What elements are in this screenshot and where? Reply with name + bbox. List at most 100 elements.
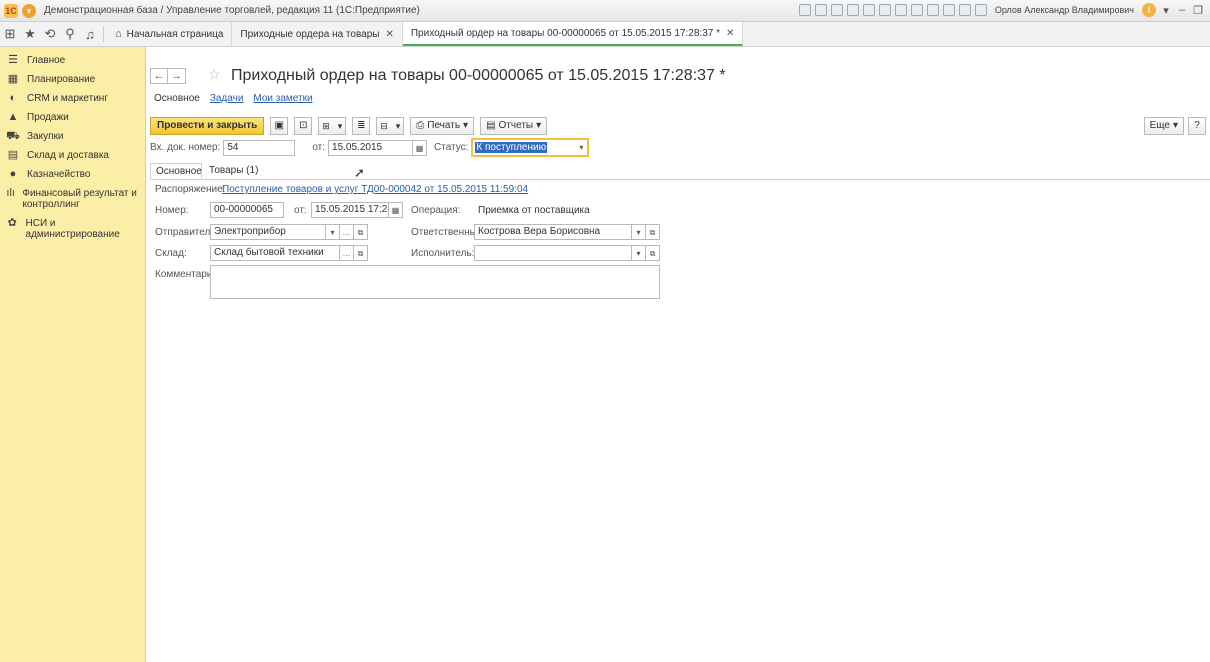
- tab-home[interactable]: ⌂ Начальная страница: [107, 22, 233, 46]
- toolbar-icon[interactable]: [798, 4, 811, 16]
- mouse-cursor-icon: ➚: [354, 165, 365, 180]
- chevron-down-icon[interactable]: ▾: [632, 245, 646, 261]
- open-tabs-bar: ⊞ ★ ⟲ ⚲ ♫ ⌂ Начальная страница Приходные…: [0, 22, 1210, 47]
- open-link-icon[interactable]: ⧉: [354, 245, 368, 261]
- responsible-field[interactable]: Кострова Вера Борисовна: [474, 224, 632, 240]
- back-arrow-icon[interactable]: ←: [150, 68, 168, 84]
- incoming-number-field[interactable]: 54: [223, 139, 296, 156]
- user-name[interactable]: Орлов Александр Владимирович: [995, 5, 1134, 15]
- tab-main[interactable]: Основное: [150, 163, 202, 179]
- chevron-down-icon[interactable]: ▾: [632, 224, 646, 240]
- search-icon[interactable]: ⚲: [60, 22, 80, 46]
- forward-arrow-icon[interactable]: →: [168, 68, 186, 84]
- subnav-main[interactable]: Основное: [154, 93, 200, 104]
- calendar-icon[interactable]: ▦: [389, 202, 403, 218]
- incoming-date-field[interactable]: 15.05.2015: [328, 139, 414, 156]
- nav-arrows: ← →: [150, 68, 186, 84]
- warehouse-icon: ▤: [7, 149, 19, 161]
- subnav-tasks[interactable]: Задачи: [210, 93, 244, 104]
- favorite-star-icon[interactable]: ☆: [208, 66, 221, 83]
- chevron-down-icon[interactable]: ▾: [326, 224, 340, 240]
- open-link-icon[interactable]: ⧉: [646, 245, 660, 261]
- open-link-icon[interactable]: ⧉: [354, 224, 368, 240]
- warehouse-label: Склад:: [155, 248, 187, 259]
- tab-receipt-order-document[interactable]: Приходный ордер на товары 00-00000065 от…: [402, 22, 744, 46]
- memory-icon[interactable]: [910, 4, 923, 16]
- sidebar-item-crm[interactable]: ◐ CRM и маркетинг: [0, 89, 145, 108]
- print-button[interactable]: ⎙ Печать ▾: [410, 117, 475, 135]
- toolbar-icon[interactable]: [846, 4, 859, 16]
- sidebar-item-treasury[interactable]: ● Казначейство: [0, 165, 145, 184]
- chevron-down-icon: ▾: [1172, 120, 1178, 131]
- document-form: ← → ☆ Приходный ордер на товары 00-00000…: [146, 47, 1210, 662]
- sidebar-item-planning[interactable]: ▦ Планирование: [0, 70, 145, 89]
- help-button[interactable]: ?: [1188, 117, 1206, 135]
- sidebar-item-finance[interactable]: ılı Финансовый результат и контроллинг: [0, 184, 145, 214]
- favorites-star-icon[interactable]: ★: [20, 22, 40, 46]
- close-icon[interactable]: ✕: [726, 28, 734, 39]
- executor-label: Исполнитель:: [411, 248, 475, 259]
- home-icon: ⌂: [115, 28, 122, 40]
- calendar-icon[interactable]: [878, 4, 891, 16]
- zoom-icon[interactable]: [958, 4, 971, 16]
- sender-field[interactable]: Электроприбор: [210, 224, 326, 240]
- number-field[interactable]: 00-00000065: [210, 202, 284, 218]
- apps-grid-icon[interactable]: ⊞: [0, 22, 20, 46]
- close-icon[interactable]: ✕: [385, 29, 393, 40]
- executor-field[interactable]: [474, 245, 632, 261]
- bell-icon[interactable]: ♫: [80, 22, 100, 46]
- minimize-icon[interactable]: –: [1176, 4, 1188, 16]
- save-icon[interactable]: ▣: [270, 117, 289, 135]
- post-document-icon[interactable]: ⊡: [294, 117, 313, 135]
- window-titlebar: 1С ▾ Демонстрационная база / Управление …: [0, 0, 1210, 22]
- date-field[interactable]: 15.05.2015 17:28:37: [311, 202, 389, 218]
- memory-icon[interactable]: [926, 4, 939, 16]
- more-button[interactable]: Еще ▾: [1143, 117, 1184, 135]
- subnav-notes[interactable]: Мои заметки: [253, 93, 312, 104]
- warehouse-field[interactable]: Склад бытовой техники: [210, 245, 340, 261]
- post-and-close-button[interactable]: Провести и закрыть: [150, 117, 265, 135]
- memory-icon[interactable]: [942, 4, 955, 16]
- more-label: Еще: [1149, 120, 1170, 131]
- crm-icon: ◐: [9, 92, 17, 104]
- sidebar-item-purchases[interactable]: ⛟ Закупки: [0, 127, 145, 146]
- sidebar-item-label: Склад и доставка: [27, 150, 109, 161]
- status-select[interactable]: К поступлению ▾: [471, 138, 590, 157]
- sidebar-item-label: CRM и маркетинг: [27, 93, 108, 104]
- ellipsis-icon[interactable]: …: [340, 245, 354, 261]
- operation-label: Операция:: [411, 205, 461, 216]
- calendar-icon[interactable]: ▦: [413, 139, 428, 156]
- sidebar-item-sales[interactable]: ▲ Продажи: [0, 108, 145, 127]
- menu-arrow-icon[interactable]: ▾: [1160, 4, 1172, 17]
- document-journal-icon[interactable]: ≣: [352, 117, 371, 135]
- toolbar-icon[interactable]: [862, 4, 875, 16]
- sidebar-item-admin[interactable]: ✿ НСИ и администрирование: [0, 214, 145, 244]
- ellipsis-icon[interactable]: …: [340, 224, 354, 240]
- form-tabs: Основное Товары (1): [150, 163, 1210, 180]
- tab-goods[interactable]: Товары (1): [204, 163, 263, 179]
- order-link[interactable]: Поступление товаров и услуг ТД00-000042 …: [222, 184, 528, 195]
- printer-icon: ⎙: [416, 120, 425, 131]
- tab-receipt-orders[interactable]: Приходные ордера на товары ✕: [232, 22, 403, 46]
- sidebar-item-label: Закупки: [27, 131, 64, 142]
- panel-icon[interactable]: [974, 4, 987, 16]
- create-based-on-icon[interactable]: ⊞ ▾: [318, 117, 347, 135]
- history-icon[interactable]: ⟲: [40, 22, 60, 46]
- calendar-icon[interactable]: [894, 4, 907, 16]
- gear-icon: ✿: [7, 217, 17, 229]
- main-menu-icon[interactable]: ▾: [22, 3, 36, 18]
- toolbar-icon[interactable]: [814, 4, 827, 16]
- structure-icon[interactable]: ⊟ ▾: [376, 117, 405, 135]
- toolbar-icon[interactable]: [830, 4, 843, 16]
- chevron-down-icon: ▾: [463, 120, 469, 131]
- app-logo-icon: 1С: [4, 3, 18, 18]
- sidebar-item-main[interactable]: ☰ Главное: [0, 51, 145, 70]
- reports-button[interactable]: ▤ Отчеты ▾: [480, 117, 548, 135]
- restore-icon[interactable]: ❐: [1192, 4, 1204, 17]
- sidebar-item-label: Продажи: [27, 112, 69, 123]
- open-link-icon[interactable]: ⧉: [646, 224, 660, 240]
- sidebar-item-label: Главное: [27, 55, 66, 66]
- sidebar-item-warehouse[interactable]: ▤ Склад и доставка: [0, 146, 145, 165]
- info-icon[interactable]: i: [1142, 3, 1156, 17]
- comment-field[interactable]: [210, 265, 660, 299]
